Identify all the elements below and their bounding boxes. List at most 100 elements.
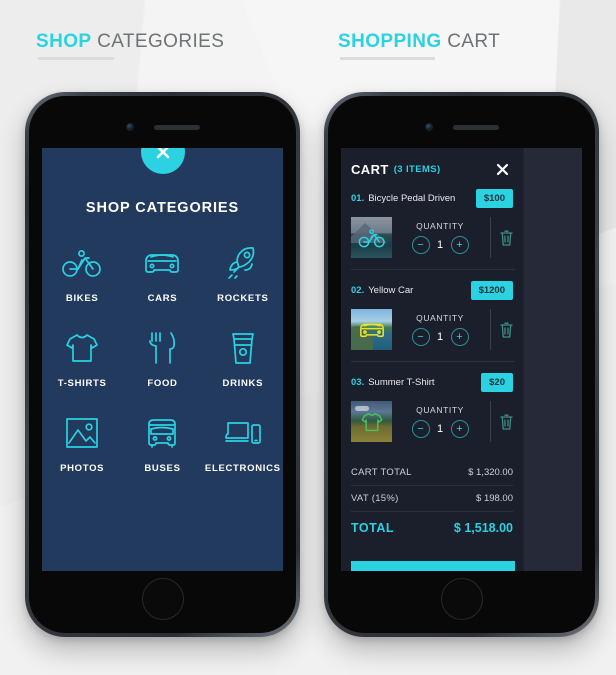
quantity-stepper: QUANTITY − 1 + xyxy=(394,405,486,438)
trash-icon xyxy=(500,414,513,430)
cart-item-price: $100 xyxy=(475,189,513,208)
heading-underline xyxy=(340,57,435,60)
home-button[interactable] xyxy=(440,578,483,620)
cart-item-index: 03. xyxy=(351,377,365,388)
heading-cart-light: CART xyxy=(447,31,501,52)
category-label: ELECTRONICS xyxy=(204,463,281,474)
cart-item-name: Yellow Car xyxy=(368,285,414,296)
cart-totals: CART TOTAL $ 1,320.00 VAT (15%) $ 198.00… xyxy=(341,453,523,542)
bus-icon xyxy=(145,412,179,454)
categories-content: SHOP CATEGORIES BIKES CARS ROCKETS T-SHI… xyxy=(42,148,283,571)
categories-screen: SHOP CATEGORIES BIKES CARS ROCKETS T-SHI… xyxy=(42,148,283,571)
quantity-value: 1 xyxy=(436,423,444,435)
quantity-stepper: QUANTITY − 1 + xyxy=(394,221,486,254)
quantity-increase-button[interactable]: + xyxy=(450,328,469,346)
devices-icon xyxy=(224,412,262,454)
cart-item: 02. Yellow Car $1200 QUANTITY − 1 + xyxy=(341,269,523,361)
close-icon xyxy=(496,163,509,176)
trash-icon xyxy=(500,230,513,246)
cart-item-name: Summer T-Shirt xyxy=(368,377,435,388)
quantity-controls: − 1 + xyxy=(411,328,469,346)
product-thumbnail[interactable] xyxy=(351,401,392,442)
cart-title: CART xyxy=(351,162,389,177)
bicycle-icon xyxy=(62,242,102,284)
cart-item-header: 01. Bicycle Pedal Driven $100 xyxy=(351,189,513,208)
quantity-controls: − 1 + xyxy=(411,236,469,254)
category-item-tshirts[interactable]: T-SHIRTS xyxy=(42,327,122,389)
category-label: T-SHIRTS xyxy=(57,378,107,389)
grand-total-label: TOTAL xyxy=(351,521,395,535)
cart-item-header: 03. Summer T-Shirt $20 xyxy=(351,373,513,392)
coffee-cup-icon xyxy=(229,327,257,369)
cart-item: 03. Summer T-Shirt $20 QUANTITY − 1 + xyxy=(341,361,523,453)
heading-shop-strong: SHOP xyxy=(36,31,92,52)
category-item-cars[interactable]: CARS xyxy=(122,242,202,304)
remove-item-button[interactable] xyxy=(500,230,513,246)
cart-column: CART (3 ITEMS) 01. Bicycle Pedal Driven … xyxy=(341,148,523,571)
trash-icon xyxy=(500,322,513,338)
category-item-bikes[interactable]: BIKES xyxy=(42,242,122,304)
cart-item-price: $1200 xyxy=(470,281,513,300)
category-label: BUSES xyxy=(144,463,181,474)
cart-item-index: 02. xyxy=(351,285,365,296)
tshirt-icon xyxy=(351,401,392,442)
quantity-increase-button[interactable]: + xyxy=(450,236,469,254)
car-icon xyxy=(351,309,392,350)
cart-header: CART (3 ITEMS) xyxy=(341,148,523,177)
home-button[interactable] xyxy=(141,578,184,620)
category-item-food[interactable]: FOOD xyxy=(122,327,202,389)
cart-screen: CART (3 ITEMS) 01. Bicycle Pedal Driven … xyxy=(341,148,582,571)
earpiece-speaker-icon xyxy=(153,124,200,130)
remove-item-button[interactable] xyxy=(500,414,513,430)
quantity-label: QUANTITY xyxy=(416,221,464,231)
category-label: BIKES xyxy=(65,293,99,304)
cart-item-body: QUANTITY − 1 + xyxy=(351,309,513,350)
quantity-increase-button[interactable]: + xyxy=(450,420,469,438)
cart-item-name: Bicycle Pedal Driven xyxy=(368,193,456,204)
cart-side-panel xyxy=(523,148,582,571)
rocket-icon xyxy=(226,242,260,284)
earpiece-speaker-icon xyxy=(452,124,499,130)
phone-body: CART (3 ITEMS) 01. Bicycle Pedal Driven … xyxy=(328,96,595,633)
quantity-label: QUANTITY xyxy=(416,313,464,323)
cart-item-count: (3 ITEMS) xyxy=(393,164,441,175)
bicycle-icon xyxy=(351,217,392,258)
heading-underline xyxy=(38,57,114,60)
quantity-value: 1 xyxy=(436,239,444,251)
quantity-decrease-button[interactable]: − xyxy=(411,328,430,346)
heading-shop-light: CATEGORIES xyxy=(97,31,225,52)
category-item-buses[interactable]: BUSES xyxy=(122,412,202,474)
checkout-button[interactable] xyxy=(351,561,515,571)
remove-item-button[interactable] xyxy=(500,322,513,338)
tshirt-icon xyxy=(65,327,99,369)
divider xyxy=(490,309,491,350)
shop-categories-heading: SHOP CATEGORIES xyxy=(36,31,225,60)
close-icon xyxy=(156,148,169,159)
cart-item-index: 01. xyxy=(351,193,365,204)
category-label: CARS xyxy=(147,293,178,304)
category-item-rockets[interactable]: ROCKETS xyxy=(203,242,283,304)
totals-row-vat: VAT (15%) $ 198.00 xyxy=(351,486,513,512)
quantity-decrease-button[interactable]: − xyxy=(411,420,430,438)
category-item-electronics[interactable]: ELECTRONICS xyxy=(203,412,283,474)
category-item-drinks[interactable]: DRINKS xyxy=(203,327,283,389)
phone-sensors xyxy=(29,122,296,132)
stage: SHOP CATEGORIES SHOPPING CART SHOP CATEG… xyxy=(0,0,616,675)
categories-grid: BIKES CARS ROCKETS T-SHIRTS FOOD DRINKS … xyxy=(42,242,283,474)
heading-cart-strong: SHOPPING xyxy=(338,31,442,52)
totals-label: CART TOTAL xyxy=(351,467,412,478)
cart-item-price: $20 xyxy=(481,373,513,392)
divider xyxy=(490,217,491,258)
quantity-label: QUANTITY xyxy=(416,405,464,415)
cart-item: 01. Bicycle Pedal Driven $100 QUANTITY −… xyxy=(341,177,523,269)
close-cart-button[interactable] xyxy=(496,163,509,176)
totals-row-cart-total: CART TOTAL $ 1,320.00 xyxy=(351,460,513,486)
product-thumbnail[interactable] xyxy=(351,309,392,350)
category-item-photos[interactable]: PHOTOS xyxy=(42,412,122,474)
cart-item-body: QUANTITY − 1 + xyxy=(351,217,513,258)
quantity-controls: − 1 + xyxy=(411,420,469,438)
quantity-decrease-button[interactable]: − xyxy=(411,236,430,254)
product-thumbnail[interactable] xyxy=(351,217,392,258)
shopping-cart-heading: SHOPPING CART xyxy=(338,31,501,60)
category-label: ROCKETS xyxy=(217,293,269,304)
